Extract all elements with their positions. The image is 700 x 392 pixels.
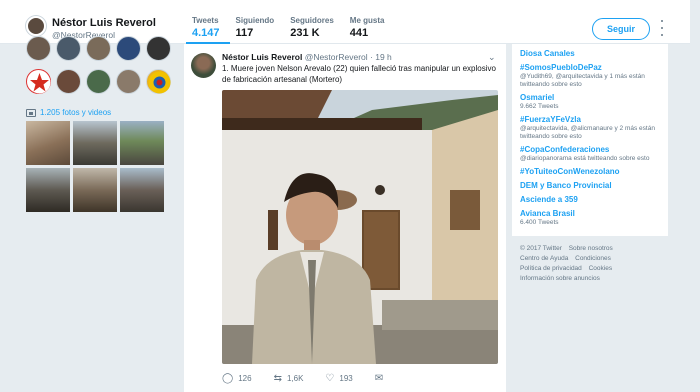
- profile-name[interactable]: Néstor Luis Reverol: [52, 17, 156, 29]
- trend-item[interactable]: Diosa Canales: [520, 48, 660, 59]
- trend-name: Osmariel: [520, 93, 555, 102]
- trend-item[interactable]: DEM y Banco Provincial: [520, 180, 660, 191]
- like-icon: ♡: [325, 373, 335, 384]
- footer-link-ads-info[interactable]: Información sobre anuncios: [520, 275, 600, 282]
- trend-item[interactable]: #CopaConfederaciones @diariopanorama est…: [520, 144, 660, 163]
- trend-description: @Yudith69, @arquitectavida y 1 más están…: [520, 73, 645, 88]
- follower-avatars-row: [26, 36, 178, 61]
- stat-value: 231 K: [290, 27, 320, 39]
- trend-description: 6.400 Tweets: [520, 219, 559, 226]
- trend-item[interactable]: #SomosPuebloDePaz @Yudith69, @arquitecta…: [520, 62, 660, 89]
- follow-button[interactable]: Seguir: [592, 18, 650, 40]
- stat-label: Tweets: [192, 16, 219, 25]
- media-thumbnail[interactable]: [73, 168, 117, 212]
- follower-avatar[interactable]: [146, 36, 171, 61]
- tweet-time[interactable]: 19 h: [375, 52, 392, 62]
- tweet-header: Néstor Luis Reverol @NestorReverol · 19 …: [222, 52, 392, 62]
- message-button[interactable]: ✉: [375, 373, 383, 384]
- stat-tweets[interactable]: Tweets 4.147: [186, 16, 230, 44]
- reply-count: 126: [238, 374, 252, 383]
- follower-avatar[interactable]: [146, 69, 171, 94]
- window-edge: [690, 0, 700, 392]
- photos-videos-label: 1.205 fotos y videos: [40, 108, 112, 117]
- trend-name: DEM y Banco Provincial: [520, 181, 612, 190]
- stat-label: Siguiendo: [235, 16, 275, 25]
- tweet-text: 1. Muere joven Nelson Arevalo (22) quien…: [222, 64, 496, 84]
- chevron-down-icon[interactable]: ⌄: [488, 52, 496, 63]
- photo-icon: [26, 108, 36, 117]
- stat-value: 4.147: [192, 27, 220, 39]
- trend-description: 9.662 Tweets: [520, 103, 559, 110]
- photos-videos-link[interactable]: 1.205 fotos y videos: [26, 108, 178, 117]
- follower-avatar[interactable]: [86, 69, 111, 94]
- trend-item[interactable]: Asciende a 359: [520, 194, 660, 205]
- follower-avatar[interactable]: [86, 36, 111, 61]
- like-button[interactable]: ♡ 193: [325, 373, 352, 384]
- more-icon[interactable]: [659, 20, 665, 36]
- stat-followers[interactable]: Seguidores 231 K: [284, 16, 344, 44]
- retweet-button[interactable]: ⇆ 1,6K: [274, 373, 304, 384]
- media-thumbnail[interactable]: [26, 121, 70, 165]
- profile-stats: Tweets 4.147 Siguiendo 117 Seguidores 23…: [186, 16, 394, 44]
- trend-name: Diosa Canales: [520, 49, 575, 58]
- copyright-text: © 2017 Twitter: [520, 245, 562, 252]
- tweet-photo-image: [222, 90, 498, 364]
- trend-description: @diariopanorama está twitteando sobre es…: [520, 155, 650, 162]
- media-thumbnail[interactable]: [26, 168, 70, 212]
- reply-button[interactable]: ◯ 126: [222, 373, 252, 384]
- media-thumbnail[interactable]: [120, 121, 164, 165]
- follower-avatar[interactable]: [26, 36, 51, 61]
- trend-name: #CopaConfederaciones: [520, 145, 610, 154]
- trend-name: #YoTuiteoConWenezolano: [520, 167, 620, 176]
- logo-icon: [148, 71, 171, 94]
- star-logo-icon: [28, 71, 51, 94]
- media-grid: [26, 121, 178, 212]
- stat-value: 117: [235, 27, 254, 39]
- follower-avatar[interactable]: [26, 69, 51, 94]
- trend-name: #SomosPuebloDePaz: [520, 63, 602, 72]
- trend-name: Avianca Brasil: [520, 209, 575, 218]
- follower-avatar[interactable]: [56, 36, 81, 61]
- right-sidebar: Diosa Canales #SomosPuebloDePaz @Yudith6…: [512, 44, 668, 284]
- tweet-author[interactable]: Néstor Luis Reverol: [222, 52, 302, 62]
- stat-following[interactable]: Siguiendo 117: [230, 16, 285, 44]
- message-icon: ✉: [374, 373, 384, 384]
- footer-link-terms[interactable]: Condiciones: [575, 255, 611, 262]
- follower-avatar[interactable]: [116, 36, 141, 61]
- trend-item[interactable]: Avianca Brasil 6.400 Tweets: [520, 208, 660, 227]
- follower-avatars-row: [26, 69, 178, 94]
- trend-name: Asciende a 359: [520, 195, 578, 204]
- footer-link-cookies[interactable]: Cookies: [589, 265, 612, 272]
- footer-link-privacy[interactable]: Política de privacidad: [520, 265, 582, 272]
- media-thumbnail[interactable]: [120, 168, 164, 212]
- retweet-icon: ⇆: [273, 373, 282, 384]
- trend-name: #FuerzaYFeVzla: [520, 115, 581, 124]
- stat-label: Me gusta: [349, 16, 385, 25]
- avatar[interactable]: [26, 16, 46, 36]
- trends-panel: Diosa Canales #SomosPuebloDePaz @Yudith6…: [512, 44, 668, 236]
- footer-link-about[interactable]: Sobre nosotros: [569, 245, 613, 252]
- tweet-timeline: Néstor Luis Reverol @NestorReverol · 19 …: [184, 44, 506, 392]
- site-footer: © 2017 Twitter Sobre nosotros Centro de …: [512, 244, 668, 284]
- left-sidebar: 1.205 fotos y videos: [26, 36, 178, 212]
- tweet-separator: ·: [370, 52, 373, 62]
- follower-avatar[interactable]: [56, 69, 81, 94]
- trend-item[interactable]: #YoTuiteoConWenezolano: [520, 166, 660, 177]
- media-thumbnail[interactable]: [73, 121, 117, 165]
- like-count: 193: [339, 374, 353, 383]
- follower-avatar[interactable]: [116, 69, 141, 94]
- stat-value: 441: [349, 27, 369, 39]
- tweet-photo[interactable]: [222, 90, 498, 364]
- footer-link-help[interactable]: Centro de Ayuda: [520, 255, 568, 262]
- stat-label: Seguidores: [290, 16, 334, 25]
- retweet-count: 1,6K: [286, 374, 304, 383]
- stat-likes[interactable]: Me gusta 441: [344, 16, 395, 44]
- tweet-avatar[interactable]: [191, 53, 216, 78]
- tweet-actions: ◯ 126 ⇆ 1,6K ♡ 193 ✉: [222, 373, 405, 384]
- trend-item[interactable]: Osmariel 9.662 Tweets: [520, 92, 660, 111]
- reply-icon: ◯: [222, 373, 234, 384]
- trend-description: @arquitectavida, @alicmanaure y 2 más es…: [520, 125, 655, 140]
- trend-item[interactable]: #FuerzaYFeVzla @arquitectavida, @alicman…: [520, 114, 660, 141]
- tweet-handle[interactable]: @NestorReverol: [305, 52, 368, 62]
